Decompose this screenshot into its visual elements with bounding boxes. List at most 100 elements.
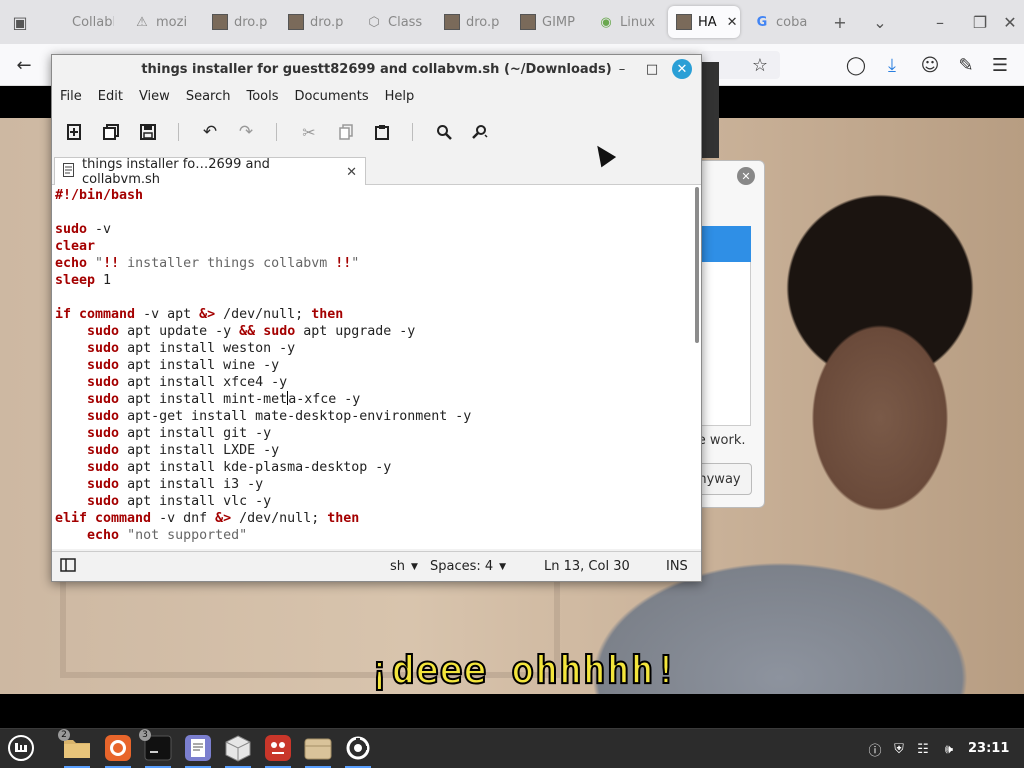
menu-search[interactable]: Search (178, 85, 239, 109)
language-label: sh (390, 559, 406, 574)
copy-icon[interactable] (334, 120, 358, 144)
download-icon[interactable]: ⤓ (880, 53, 904, 77)
search-replace-icon[interactable] (468, 120, 492, 144)
account-icon[interactable]: ☺ (918, 53, 942, 77)
browser-tab-active[interactable]: HA ✕ (668, 6, 740, 38)
text-editor-icon[interactable] (183, 733, 213, 768)
network-icon[interactable]: ☷ (914, 740, 932, 758)
restore-icon[interactable]: ❐ (968, 10, 992, 34)
menu-file[interactable]: File (52, 85, 90, 109)
vertical-scrollbar[interactable] (695, 187, 699, 343)
tab-label: dro.p (234, 14, 268, 30)
archive-manager-icon[interactable] (303, 733, 333, 768)
bookmark-star-icon[interactable]: ☆ (748, 53, 772, 77)
update-manager-icon[interactable]: ⓘ (866, 740, 884, 759)
close-window-icon[interactable]: ✕ (998, 10, 1022, 34)
toolbar-separator (178, 123, 179, 141)
chrome-icon[interactable] (343, 733, 373, 768)
close-tab-icon[interactable]: ✕ (346, 165, 357, 180)
tab-label: Linux (620, 14, 656, 30)
menu-icon[interactable]: ☰ (988, 53, 1012, 77)
document-icon (63, 163, 74, 181)
mint-menu-icon[interactable] (6, 733, 36, 763)
code-editor[interactable]: #!/bin/bash sudo -v clear echo "!! insta… (52, 185, 701, 549)
search-icon[interactable] (432, 120, 456, 144)
back-icon[interactable]: ← (12, 53, 36, 77)
text-editor-window: things installer for guestt82699 and col… (51, 54, 702, 582)
tab-list-icon[interactable]: ▣ (8, 10, 32, 34)
menu-documents[interactable]: Documents (287, 85, 377, 109)
tab-label: GIMP (542, 14, 575, 30)
browser-tab[interactable]: ⚠ mozi (126, 6, 200, 38)
image-favicon (676, 14, 692, 30)
browser-tab[interactable]: G coba (746, 6, 818, 38)
gimp-icon[interactable] (263, 733, 293, 768)
document-tab[interactable]: things installer fo…2699 and collabvm.sh… (54, 157, 366, 187)
package-manager-icon[interactable] (223, 733, 253, 768)
maximize-icon[interactable]: □ (642, 59, 662, 79)
google-icon: G (756, 14, 768, 30)
open-document-icon[interactable] (99, 120, 123, 144)
image-favicon (212, 14, 228, 30)
browser-tab[interactable]: dro.p (280, 6, 352, 38)
image-favicon (520, 14, 536, 30)
close-tab-icon[interactable]: ✕ (727, 15, 738, 30)
side-panel-toggle-icon[interactable] (60, 557, 76, 573)
toolbar-separator (276, 123, 277, 141)
paste-icon[interactable] (370, 120, 394, 144)
extensions-icon[interactable]: ✎ (954, 53, 978, 77)
linux-favicon: ◉ (600, 14, 612, 30)
toolbar-separator (412, 123, 413, 141)
browser-tab[interactable]: dro.p (436, 6, 508, 38)
language-selector[interactable]: sh ▼ (390, 559, 418, 574)
caret-down-icon: ▼ (411, 561, 418, 572)
new-document-icon[interactable] (62, 120, 86, 144)
text-cursor (287, 391, 289, 405)
redo-icon[interactable]: ↷ (234, 120, 258, 144)
code-text[interactable]: #!/bin/bash sudo -v clear echo "!! insta… (55, 187, 471, 544)
browser-tab[interactable]: ⬡ Class (358, 6, 430, 38)
files-icon[interactable]: 2 (58, 729, 92, 768)
minimize-icon[interactable]: – (612, 59, 632, 79)
browser-tab[interactable]: ◉ Linux (590, 6, 664, 38)
tab-label: dro.p (310, 14, 344, 30)
tab-label: HA (698, 14, 717, 30)
taskbar: 2 3 ⓘ ⛨ ☷ 🕪 23:11 (0, 728, 1024, 768)
undo-icon[interactable]: ↶ (198, 120, 222, 144)
tab-label: mozi (156, 14, 188, 30)
pocket-icon[interactable]: ◯ (844, 53, 868, 77)
shield-icon[interactable]: ⛨ (890, 740, 908, 758)
menu-edit[interactable]: Edit (90, 85, 131, 109)
close-icon[interactable]: ✕ (672, 59, 692, 79)
volume-icon[interactable]: 🕪 (940, 740, 958, 758)
new-tab-icon[interactable]: + (828, 10, 852, 34)
clock[interactable]: 23:11 (968, 741, 1009, 756)
browser-tab[interactable]: GIMP (512, 6, 586, 38)
image-favicon (444, 14, 460, 30)
minimize-icon[interactable]: – (928, 10, 952, 34)
browser-tab-bar: ▣ CollabNe ⚠ mozi dro.p dro.p ⬡ Class dr… (0, 0, 1024, 44)
collabvm-favicon (50, 14, 66, 30)
video-subtitle: ¡deee ohhhhh! (367, 647, 679, 693)
window-count-badge: 3 (139, 729, 151, 741)
menu-help[interactable]: Help (377, 85, 423, 109)
indent-selector[interactable]: Spaces: 4 ▼ (430, 559, 506, 574)
tab-label: dro.p (466, 14, 500, 30)
menu-bar: File Edit View Search Tools Documents He… (52, 85, 422, 109)
menu-tools[interactable]: Tools (238, 85, 286, 109)
chevron-down-icon[interactable]: ⌄ (868, 10, 892, 34)
tab-label: CollabNe (72, 14, 114, 30)
browser-tab[interactable]: dro.p (204, 6, 276, 38)
save-icon[interactable] (136, 120, 160, 144)
indent-label: Spaces: 4 (430, 559, 494, 574)
terminal-icon[interactable]: 3 (139, 729, 173, 768)
dialog-close-icon[interactable]: ✕ (737, 167, 755, 185)
browser-tab[interactable]: CollabNe (42, 6, 114, 38)
menu-view[interactable]: View (131, 85, 178, 109)
window-count-badge: 2 (58, 729, 70, 741)
firefox-icon[interactable] (103, 733, 133, 768)
tab-label: Class (388, 14, 423, 30)
cut-icon[interactable]: ✂ (297, 120, 321, 144)
tab-label: coba (776, 14, 808, 30)
insert-mode: INS (666, 559, 688, 574)
